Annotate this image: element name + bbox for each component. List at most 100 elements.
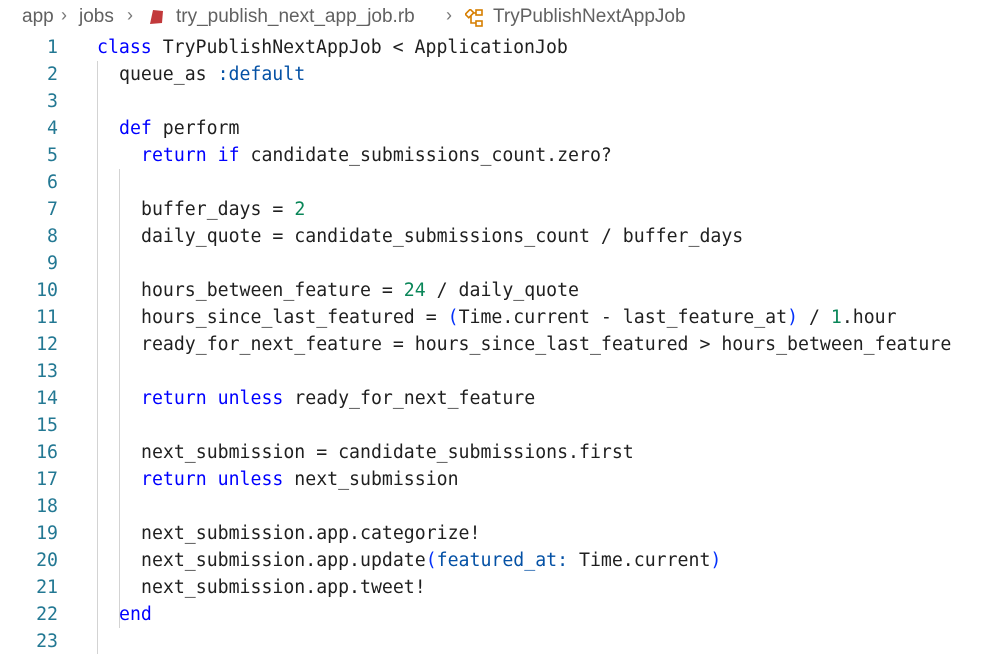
code-token: return bbox=[141, 469, 207, 490]
code-token: featured_at: bbox=[436, 550, 569, 571]
code-token: next_submission.app.categorize! bbox=[141, 523, 481, 544]
code-line[interactable]: 5 return if candidate_submissions_count.z… bbox=[0, 142, 1000, 169]
code-line[interactable]: 3 bbox=[0, 88, 1000, 115]
line-number: 21 bbox=[36, 577, 58, 598]
code-token: ready_for_next_feature bbox=[283, 388, 536, 409]
code-line[interactable]: 1 class TryPublishNextAppJob < Applicatio… bbox=[0, 34, 1000, 61]
code-line[interactable]: 6 bbox=[0, 169, 1000, 196]
code-text: return unless next_submission bbox=[141, 466, 459, 493]
code-token: candidate_submissions_count.zero? bbox=[239, 145, 612, 166]
code-line[interactable]: 7 buffer_days = 2 bbox=[0, 196, 1000, 223]
code-line[interactable]: 11 hours_since_last_featured = (Time.curr… bbox=[0, 304, 1000, 331]
code-text: ready_for_next_feature = hours_since_las… bbox=[141, 331, 951, 358]
code-token: :default bbox=[217, 64, 306, 85]
code-line[interactable]: 2 queue_as :default bbox=[0, 61, 1000, 88]
line-number: 6 bbox=[47, 172, 58, 193]
chevron-right-icon: › bbox=[127, 5, 133, 25]
code-token: 1 bbox=[830, 307, 842, 328]
code-token: hours_between_feature = bbox=[141, 280, 404, 301]
code-token: if bbox=[217, 145, 240, 166]
code-token: next_submission = candidate_submissions.… bbox=[141, 442, 634, 463]
breadcrumb: app › jobs › try_publish_next_app_job.rb… bbox=[0, 0, 1000, 36]
code-line[interactable]: 12 ready_for_next_feature = hours_since_l… bbox=[0, 331, 1000, 358]
line-number: 14 bbox=[36, 388, 58, 409]
code-token: TryPublishNextAppJob < ApplicationJob bbox=[151, 37, 568, 58]
code-token: Time.current - last_feature_at bbox=[458, 307, 788, 328]
code-line[interactable]: 4 def perform bbox=[0, 115, 1000, 142]
code-text: next_submission.app.tweet! bbox=[141, 574, 426, 601]
breadcrumb-item-app[interactable]: app bbox=[22, 6, 54, 28]
line-number: 4 bbox=[47, 118, 58, 139]
code-text: return unless ready_for_next_feature bbox=[141, 385, 535, 412]
code-text: queue_as :default bbox=[119, 61, 305, 88]
code-line[interactable]: 20 next_submission.app.update(featured_at… bbox=[0, 547, 1000, 574]
code-editor[interactable]: 1 class TryPublishNextAppJob < Applicatio… bbox=[0, 34, 1000, 654]
code-line[interactable]: 23 bbox=[0, 628, 1000, 655]
code-text: daily_quote = candidate_submissions_coun… bbox=[141, 223, 743, 250]
code-text: next_submission = candidate_submissions.… bbox=[141, 439, 634, 466]
code-line[interactable]: 8 daily_quote = candidate_submissions_cou… bbox=[0, 223, 1000, 250]
code-token: ( bbox=[447, 307, 459, 328]
code-token: return bbox=[141, 145, 207, 166]
code-line[interactable]: 17 return unless next_submission bbox=[0, 466, 1000, 493]
breadcrumb-item-class[interactable]: TryPublishNextAppJob bbox=[493, 6, 686, 28]
code-token: unless bbox=[217, 469, 284, 490]
code-line[interactable]: 22 end bbox=[0, 601, 1000, 628]
code-token: class bbox=[97, 37, 152, 58]
breadcrumb-item-jobs[interactable]: jobs bbox=[79, 6, 114, 28]
code-token: ) bbox=[787, 307, 799, 328]
chevron-right-icon: › bbox=[61, 5, 67, 25]
code-token: ( bbox=[425, 550, 437, 571]
line-number: 9 bbox=[47, 253, 58, 274]
code-line[interactable]: 21 next_submission.app.tweet! bbox=[0, 574, 1000, 601]
line-number: 17 bbox=[36, 469, 58, 490]
code-line[interactable]: 10 hours_between_feature = 24 / daily_quo… bbox=[0, 277, 1000, 304]
code-line[interactable]: 16 next_submission = candidate_submission… bbox=[0, 439, 1000, 466]
code-line[interactable]: 19 next_submission.app.categorize! bbox=[0, 520, 1000, 547]
line-number: 23 bbox=[36, 631, 58, 652]
code-text: next_submission.app.update(featured_at: … bbox=[141, 547, 721, 574]
code-token: def bbox=[119, 118, 152, 139]
line-number: 15 bbox=[36, 415, 58, 436]
line-number: 20 bbox=[36, 550, 58, 571]
code-token: ready_for_next_feature = hours_since_las… bbox=[141, 334, 952, 355]
code-token: end bbox=[119, 604, 152, 625]
code-token: buffer_days = bbox=[141, 199, 295, 220]
code-text: buffer_days = 2 bbox=[141, 196, 305, 223]
code-token: ) bbox=[710, 550, 722, 571]
code-token: next_submission bbox=[283, 469, 459, 490]
line-number: 13 bbox=[36, 361, 58, 382]
code-text: class TryPublishNextAppJob < Application… bbox=[97, 34, 568, 61]
code-token: unless bbox=[217, 388, 284, 409]
ruby-file-icon bbox=[150, 10, 163, 24]
code-text: end bbox=[119, 601, 152, 628]
line-number: 18 bbox=[36, 496, 58, 517]
code-token: hours_since_last_featured = bbox=[141, 307, 448, 328]
code-token: / daily_quote bbox=[425, 280, 580, 301]
code-token: daily_quote = candidate_submissions_coun… bbox=[141, 226, 744, 247]
code-line[interactable]: 14 return unless ready_for_next_feature bbox=[0, 385, 1000, 412]
line-number: 7 bbox=[47, 199, 58, 220]
code-token: Time.current bbox=[568, 550, 711, 571]
code-text: next_submission.app.categorize! bbox=[141, 520, 480, 547]
breadcrumb-item-file[interactable]: try_publish_next_app_job.rb bbox=[176, 6, 415, 28]
line-number: 8 bbox=[47, 226, 58, 247]
line-number: 10 bbox=[36, 280, 58, 301]
code-token: / bbox=[798, 307, 831, 328]
code-token: return bbox=[141, 388, 207, 409]
line-number: 2 bbox=[47, 64, 58, 85]
code-line[interactable]: 15 bbox=[0, 412, 1000, 439]
chevron-right-icon: › bbox=[446, 5, 452, 25]
code-token: perform bbox=[151, 118, 240, 139]
code-text: hours_between_feature = 24 / daily_quote bbox=[141, 277, 579, 304]
line-number: 19 bbox=[36, 523, 58, 544]
code-line[interactable]: 18 bbox=[0, 493, 1000, 520]
line-number: 11 bbox=[36, 307, 58, 328]
code-token: next_submission.app.update bbox=[141, 550, 426, 571]
code-line[interactable]: 13 bbox=[0, 358, 1000, 385]
line-number: 3 bbox=[47, 91, 58, 112]
code-token: next_submission.app.tweet! bbox=[141, 577, 426, 598]
code-line[interactable]: 9 bbox=[0, 250, 1000, 277]
